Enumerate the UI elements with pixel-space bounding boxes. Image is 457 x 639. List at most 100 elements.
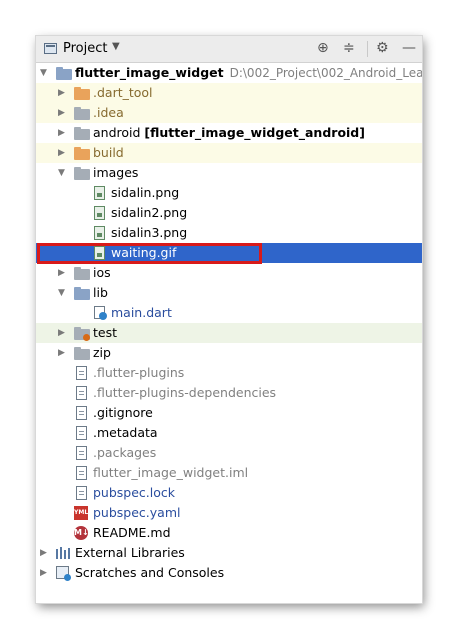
folder-icon [74, 267, 90, 280]
image-file-icon [94, 186, 105, 200]
gear-icon[interactable]: ⚙ [376, 39, 389, 57]
ignore-file-icon [76, 406, 87, 420]
tree-row-flutter-plugins-deps[interactable]: .flutter-plugins-dependencies [36, 383, 422, 403]
locate-icon[interactable]: ⊕ [317, 39, 329, 57]
tree-label: build [93, 145, 124, 160]
root-path: D:\002_Project\002_Android_Learn\flu [229, 66, 422, 80]
collapsed-arrow-icon[interactable]: ▶ [58, 143, 65, 163]
folder-icon [74, 167, 90, 180]
tree-label: sidalin3.png [111, 225, 188, 240]
text-file-icon [76, 366, 87, 380]
tree-row-sidalin2[interactable]: sidalin2.png [36, 203, 422, 223]
highlight-box [37, 243, 262, 264]
test-folder-icon [74, 327, 90, 341]
tree-row-gitignore[interactable]: .gitignore [36, 403, 422, 423]
tree-row-images[interactable]: ▼ images [36, 163, 422, 183]
tree-label: .dart_tool [93, 85, 153, 100]
yaml-file-icon: YML [74, 506, 88, 520]
markdown-file-icon: M↓ [74, 526, 89, 540]
tree-row-root[interactable]: ▼ flutter_image_widget D:\002_Project\002… [36, 63, 422, 83]
tree-label: .gitignore [93, 405, 153, 420]
tree-row-flutter-plugins[interactable]: .flutter-plugins [36, 363, 422, 383]
collapsed-arrow-icon[interactable]: ▶ [58, 323, 65, 343]
tree-row-pubspec-lock[interactable]: pubspec.lock [36, 483, 422, 503]
project-tool-window: Project ▼ ⊕ ≑ ⚙ — ▼ flutter_image_widget… [36, 36, 422, 603]
excluded-folder-icon [74, 147, 90, 160]
collapsed-arrow-icon[interactable]: ▶ [40, 543, 47, 563]
tree-row-sidalin[interactable]: sidalin.png [36, 183, 422, 203]
tree-label: sidalin2.png [111, 205, 188, 220]
collapsed-arrow-icon[interactable]: ▶ [58, 343, 65, 363]
tree-label: main.dart [111, 305, 172, 320]
project-toolbar: Project ▼ ⊕ ≑ ⚙ — [36, 36, 422, 63]
tree-row-android[interactable]: ▶ android [flutter_image_widget_android] [36, 123, 422, 143]
text-file-icon [76, 446, 87, 460]
library-icon [56, 547, 70, 559]
hide-icon[interactable]: — [402, 39, 416, 57]
expanded-arrow-icon[interactable]: ▼ [58, 163, 65, 183]
tree-label: .idea [93, 105, 124, 120]
tree-label: pubspec.yaml [93, 505, 181, 520]
image-file-icon [94, 226, 105, 240]
tree-row-idea[interactable]: ▶ .idea [36, 103, 422, 123]
tree-row-iml[interactable]: flutter_image_widget.iml [36, 463, 422, 483]
tree-label: External Libraries [75, 545, 185, 560]
chevron-down-icon[interactable]: ▼ [112, 41, 120, 52]
tree-row-external-libraries[interactable]: ▶ External Libraries [36, 543, 422, 563]
module-name: [flutter_image_widget_android] [144, 125, 365, 140]
module-file-icon [76, 466, 87, 480]
project-view-icon [44, 43, 57, 54]
tree-label: .packages [93, 445, 157, 460]
tree-label: .flutter-plugins-dependencies [93, 385, 277, 400]
excluded-folder-icon [74, 87, 90, 100]
tree-label: flutter_image_widget.iml [93, 465, 249, 480]
tree-label: README.md [93, 525, 171, 540]
collapsed-arrow-icon[interactable]: ▶ [58, 263, 65, 283]
collapsed-arrow-icon[interactable]: ▶ [58, 123, 65, 143]
expanded-arrow-icon[interactable]: ▼ [40, 63, 47, 83]
tree-label: sidalin.png [111, 185, 180, 200]
tree-row-lib[interactable]: ▼ lib [36, 283, 422, 303]
tree-row-sidalin3[interactable]: sidalin3.png [36, 223, 422, 243]
collapsed-arrow-icon[interactable]: ▶ [58, 103, 65, 123]
source-folder-icon [74, 287, 90, 300]
tree-label: .flutter-plugins [93, 365, 185, 380]
tree-label: android [93, 125, 141, 140]
toolbar-divider [367, 41, 368, 57]
tree-row-dart-tool[interactable]: ▶ .dart_tool [36, 83, 422, 103]
tree-row-build[interactable]: ▶ build [36, 143, 422, 163]
folder-icon [74, 347, 90, 360]
tree-label: ios [93, 265, 111, 280]
text-file-icon [76, 486, 87, 500]
scratches-icon [56, 566, 71, 581]
tree-label: pubspec.lock [93, 485, 176, 500]
tree-row-readme[interactable]: M↓ README.md [36, 523, 422, 543]
text-file-icon [76, 386, 87, 400]
tree-label: images [93, 165, 139, 180]
tree-row-packages[interactable]: .packages [36, 443, 422, 463]
tree-label: .metadata [93, 425, 158, 440]
module-folder-icon [56, 67, 72, 80]
tree-row-zip[interactable]: ▶ zip [36, 343, 422, 363]
project-view-selector[interactable]: Project [63, 41, 107, 56]
tree-row-test[interactable]: ▶ test [36, 323, 422, 343]
module-folder-icon [74, 127, 90, 140]
root-label: flutter_image_widget [75, 65, 224, 80]
image-file-icon [94, 206, 105, 220]
tree-row-pubspec-yaml[interactable]: YML pubspec.yaml [36, 503, 422, 523]
text-file-icon [76, 426, 87, 440]
tree-label: lib [93, 285, 108, 300]
tree-label: Scratches and Consoles [75, 565, 225, 580]
tree-row-ios[interactable]: ▶ ios [36, 263, 422, 283]
folder-icon [74, 107, 90, 120]
collapsed-arrow-icon[interactable]: ▶ [58, 83, 65, 103]
tree-row-metadata[interactable]: .metadata [36, 423, 422, 443]
collapse-all-icon[interactable]: ≑ [343, 39, 355, 57]
tree-label: test [93, 325, 118, 340]
expanded-arrow-icon[interactable]: ▼ [58, 283, 65, 303]
dart-file-icon [94, 306, 107, 320]
collapsed-arrow-icon[interactable]: ▶ [40, 563, 47, 583]
tree-label: zip [93, 345, 111, 360]
tree-row-main-dart[interactable]: main.dart [36, 303, 422, 323]
tree-row-scratches[interactable]: ▶ Scratches and Consoles [36, 563, 422, 583]
